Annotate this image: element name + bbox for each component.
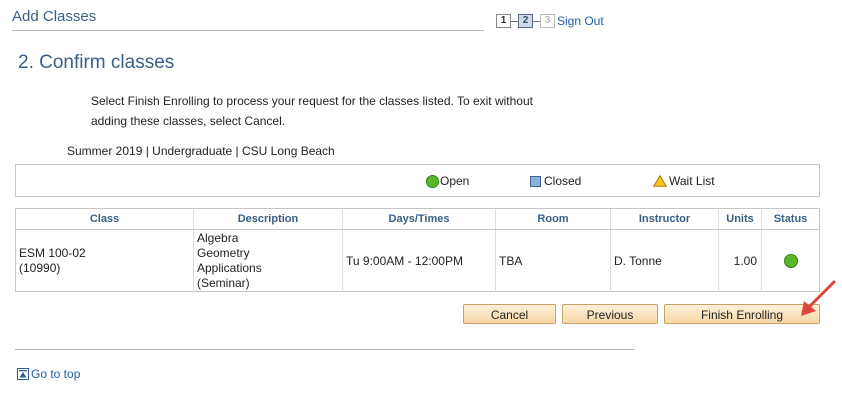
open-status-icon — [783, 254, 798, 268]
step-2-box: 2 — [518, 14, 533, 28]
column-header-status: Status — [773, 213, 808, 225]
description-line: Geometry — [197, 246, 250, 260]
cell-room: TBA — [496, 230, 611, 292]
step-connector — [533, 20, 540, 22]
cell-units: 1.00 — [719, 230, 762, 292]
go-to-top-link[interactable]: Go to top — [17, 367, 80, 381]
cell-description: Algebra Geometry Applications (Seminar) — [194, 230, 343, 292]
classes-table: Class Description Days/Times Room Instru… — [15, 208, 820, 292]
section-heading: 2. Confirm classes — [18, 52, 175, 73]
column-header-instructor: Instructor — [611, 209, 719, 229]
step-indicator: 1 2 3 Sign Out — [496, 10, 604, 32]
go-to-top-label: Go to top — [31, 367, 81, 381]
class-number: (10990) — [19, 261, 61, 275]
open-status-icon — [426, 174, 439, 188]
step-1-box: 1 — [496, 14, 511, 28]
column-header-class: Class — [16, 209, 194, 229]
page-title: Add Classes — [12, 8, 97, 25]
status-legend: Open Closed Wait List — [15, 164, 820, 197]
term-info: Summer 2019 | Undergraduate | CSU Long B… — [67, 144, 335, 158]
description-line: (Seminar) — [197, 276, 250, 290]
legend-wait-list: Wait List — [653, 174, 715, 188]
wait-list-status-icon — [653, 175, 667, 187]
closed-status-icon — [530, 175, 541, 187]
step-3-box: 3 — [540, 14, 555, 28]
cell-class: ESM 100-02 (10990) — [16, 230, 194, 292]
legend-open-label: Open — [440, 174, 470, 188]
column-header-units: Units — [719, 209, 762, 229]
go-to-top-icon — [17, 368, 29, 380]
cancel-button[interactable]: Cancel — [463, 304, 556, 324]
annotation-arrow-icon — [801, 280, 836, 316]
column-header-room: Room — [496, 209, 611, 229]
footer-divider — [15, 349, 635, 350]
legend-closed: Closed — [530, 174, 581, 188]
legend-closed-label: Closed — [544, 174, 582, 188]
cell-instructor: D. Tonne — [611, 230, 719, 292]
class-section: ESM 100-02 — [19, 246, 86, 260]
step-connector — [511, 20, 518, 22]
instructions-text: Select Finish Enrolling to process your … — [91, 94, 533, 128]
sign-out-link[interactable]: Sign Out — [557, 14, 604, 28]
legend-wait-list-label: Wait List — [669, 174, 715, 188]
cell-days-times: Tu 9:00AM - 12:00PM — [343, 230, 496, 292]
description-line: Algebra — [197, 231, 239, 245]
legend-open: Open — [426, 174, 469, 188]
previous-button[interactable]: Previous — [562, 304, 658, 324]
column-header-description: Description — [194, 209, 343, 229]
title-divider — [12, 30, 484, 31]
column-header-days-times: Days/Times — [343, 209, 496, 229]
description-line: Applications — [197, 261, 262, 275]
